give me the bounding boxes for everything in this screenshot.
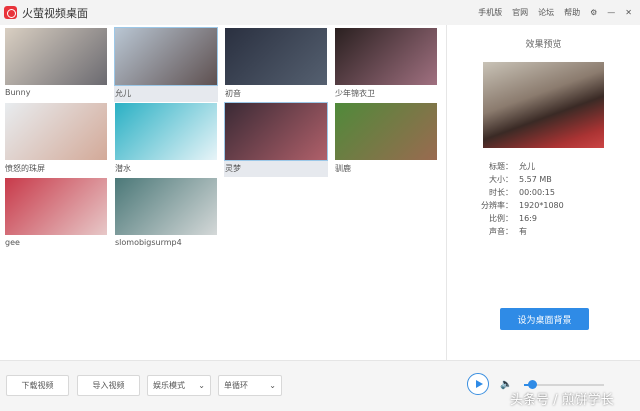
video-label: 驯鹿 bbox=[335, 164, 351, 173]
info-value: 5.57 MB bbox=[519, 175, 552, 184]
download-video-button[interactable]: 下载视频 bbox=[6, 375, 69, 396]
link-help[interactable]: 帮助 bbox=[564, 7, 580, 18]
video-label: slomobigsurmp4 bbox=[115, 238, 182, 247]
app-title: 火萤视频桌面 bbox=[22, 6, 88, 20]
video-tile[interactable]: 少年锦衣卫 bbox=[334, 27, 438, 102]
video-thumbnail bbox=[5, 28, 107, 85]
link-forum[interactable]: 论坛 bbox=[538, 7, 554, 18]
close-icon[interactable]: ✕ bbox=[625, 8, 632, 17]
info-key: 标题： bbox=[489, 162, 513, 171]
bottom-toolbar: 下载视频 导入视频 娱乐模式 ⌄ 单循环 ⌄ 🔈 头条号 / 煎饼学长 bbox=[0, 360, 640, 411]
preview-title: 效果预览 bbox=[525, 40, 562, 50]
video-tile[interactable]: slomobigsurmp4 bbox=[114, 177, 218, 252]
info-row: 大小： 5.57 MB bbox=[447, 173, 640, 186]
minimize-icon[interactable]: — bbox=[607, 8, 615, 17]
video-thumbnail bbox=[335, 103, 437, 160]
video-label: 初音 bbox=[225, 89, 241, 98]
video-tile[interactable]: 驯鹿 bbox=[334, 102, 438, 177]
info-value: 允儿 bbox=[519, 162, 535, 171]
chevron-down-icon: ⌄ bbox=[198, 381, 205, 390]
video-label: 愤怒的珠屏 bbox=[5, 164, 45, 173]
set-wallpaper-button[interactable]: 设为桌面背景 bbox=[500, 308, 589, 330]
video-label: Bunny bbox=[5, 88, 31, 97]
info-key: 声音： bbox=[489, 227, 513, 236]
video-thumbnail bbox=[5, 178, 107, 235]
info-key: 时长： bbox=[489, 188, 513, 197]
info-value: 00:00:15 bbox=[519, 188, 555, 197]
info-row: 分辨率： 1920*1080 bbox=[447, 199, 640, 212]
link-mobile[interactable]: 手机版 bbox=[478, 7, 502, 18]
info-value: 1920*1080 bbox=[519, 201, 564, 210]
loop-value: 单循环 bbox=[224, 381, 248, 390]
video-tile[interactable]: gee bbox=[4, 177, 108, 252]
video-thumbnail bbox=[114, 27, 218, 86]
video-thumbnail bbox=[224, 102, 328, 161]
video-label: 少年锦衣卫 bbox=[335, 89, 375, 98]
video-tile[interactable]: 允儿 bbox=[114, 27, 218, 102]
video-tile[interactable]: 灵梦 bbox=[224, 102, 328, 177]
video-thumbnail bbox=[5, 103, 107, 160]
preview-image bbox=[483, 62, 604, 148]
info-row: 时长： 00:00:15 bbox=[447, 186, 640, 199]
import-video-button[interactable]: 导入视频 bbox=[77, 375, 140, 396]
info-key: 大小： bbox=[489, 175, 513, 184]
settings-gear-icon[interactable]: ⚙ bbox=[590, 8, 597, 17]
video-tile[interactable]: 愤怒的珠屏 bbox=[4, 102, 108, 177]
video-thumbnail bbox=[225, 28, 327, 85]
mode-value: 娱乐模式 bbox=[153, 381, 185, 390]
video-label: 灵梦 bbox=[225, 164, 241, 173]
video-label: 允儿 bbox=[115, 89, 131, 98]
video-thumbnail bbox=[115, 178, 217, 235]
info-value: 16:9 bbox=[519, 214, 537, 223]
volume-knob[interactable] bbox=[528, 380, 537, 389]
video-label: gee bbox=[5, 238, 20, 247]
video-tile[interactable]: 初音 bbox=[224, 27, 328, 102]
volume-slider[interactable] bbox=[524, 380, 604, 389]
info-value: 有 bbox=[519, 227, 527, 236]
video-tile[interactable]: Bunny bbox=[4, 27, 108, 102]
mode-select[interactable]: 娱乐模式 ⌄ bbox=[147, 375, 211, 396]
title-bar: 火萤视频桌面 手机版 官网 论坛 帮助 ⚙ — ✕ bbox=[0, 0, 640, 25]
info-row: 标题： 允儿 bbox=[447, 160, 640, 173]
info-key: 分辨率： bbox=[481, 201, 513, 210]
app-logo-icon bbox=[4, 6, 17, 19]
video-thumbnail bbox=[115, 103, 217, 160]
loop-select[interactable]: 单循环 ⌄ bbox=[218, 375, 282, 396]
info-key: 比例： bbox=[489, 214, 513, 223]
video-label: 潜水 bbox=[115, 164, 131, 173]
chevron-down-icon: ⌄ bbox=[269, 381, 276, 390]
video-library: Bunny 允儿 初音 少年锦衣卫愤怒的珠屏 潜水 灵梦 驯鹿 gee slomobigsurm… bbox=[0, 25, 446, 360]
preview-panel: 效果预览 标题： 允儿 大小： 5.57 MB 时长： 00:00:15 分辨率： 1920*… bbox=[446, 25, 640, 360]
video-thumbnail bbox=[335, 28, 437, 85]
info-row: 声音： 有 bbox=[447, 225, 640, 238]
info-row: 比例： 16:9 bbox=[447, 212, 640, 225]
video-tile[interactable]: 潜水 bbox=[114, 102, 218, 177]
play-button[interactable] bbox=[467, 373, 489, 395]
link-website[interactable]: 官网 bbox=[512, 7, 528, 18]
watermark: 头条号 / 煎饼学长 bbox=[510, 393, 614, 408]
